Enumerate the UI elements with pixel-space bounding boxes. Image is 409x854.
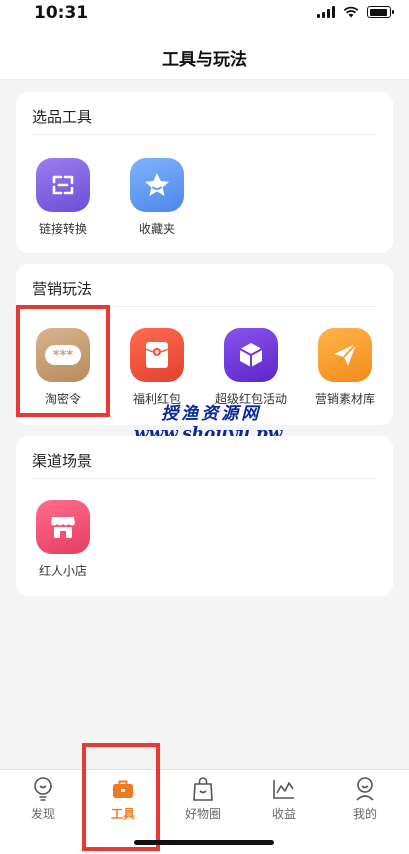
chart-icon (244, 776, 324, 802)
status-bar: 10:31 (0, 0, 409, 28)
section-title: 渠道场景 (32, 452, 93, 470)
bulb-icon (3, 776, 83, 802)
highlight-box-tao-password (16, 305, 110, 417)
section-channels: 渠道场景 红人小店 (16, 436, 393, 596)
status-time: 10:31 (34, 3, 89, 23)
tool-influencer-shop[interactable]: 红人小店 (16, 500, 110, 579)
tab-earnings[interactable]: 收益 (244, 776, 324, 822)
section-title: 营销玩法 (32, 280, 93, 298)
highlight-box-tools-tab (82, 743, 160, 851)
tool-welfare-red-envelope[interactable]: ¥ 福利红包 (110, 328, 204, 407)
tab-good-stuff[interactable]: 好物圈 (163, 776, 243, 822)
battery-icon (367, 6, 394, 18)
tab-label: 发现 (30, 807, 55, 821)
tool-label: 收藏夹 (138, 222, 175, 236)
tool-favorites[interactable]: 收藏夹 (110, 158, 204, 237)
signal-icon (317, 6, 335, 18)
wifi-icon (343, 6, 359, 18)
section-product-tools: 选品工具 链接转换 收藏夹 (16, 92, 393, 253)
red-envelope-icon: ¥ (130, 328, 184, 382)
status-icons (317, 6, 394, 18)
bag-icon (163, 776, 243, 802)
tool-marketing-materials[interactable]: 营销素材库 (298, 328, 392, 407)
tool-label: 营销素材库 (314, 392, 375, 406)
section-divider (32, 478, 377, 479)
section-divider (32, 134, 377, 135)
tab-mine[interactable]: 我的 (325, 776, 405, 822)
cube-icon (224, 328, 278, 382)
section-title: 选品工具 (32, 108, 93, 126)
tab-label: 我的 (352, 807, 377, 821)
home-indicator (134, 840, 274, 845)
nav-bar: 工具与玩法 (0, 28, 409, 80)
tab-label: 好物圈 (184, 807, 221, 821)
tool-label: 链接转换 (38, 222, 87, 236)
star-icon (130, 158, 184, 212)
watermark-line1: 授渔资源网 (161, 404, 262, 424)
shop-icon (36, 500, 90, 554)
link-convert-icon (36, 158, 90, 212)
tab-label: 收益 (271, 807, 296, 821)
tool-link-convert[interactable]: 链接转换 (16, 158, 110, 237)
tab-discover[interactable]: 发现 (3, 776, 83, 822)
page-title: 工具与玩法 (162, 50, 247, 70)
user-icon (325, 776, 405, 802)
paper-plane-icon (318, 328, 372, 382)
tool-label: 红人小店 (38, 564, 87, 578)
tool-super-red-envelope[interactable]: 超级红包活动 (204, 328, 298, 407)
